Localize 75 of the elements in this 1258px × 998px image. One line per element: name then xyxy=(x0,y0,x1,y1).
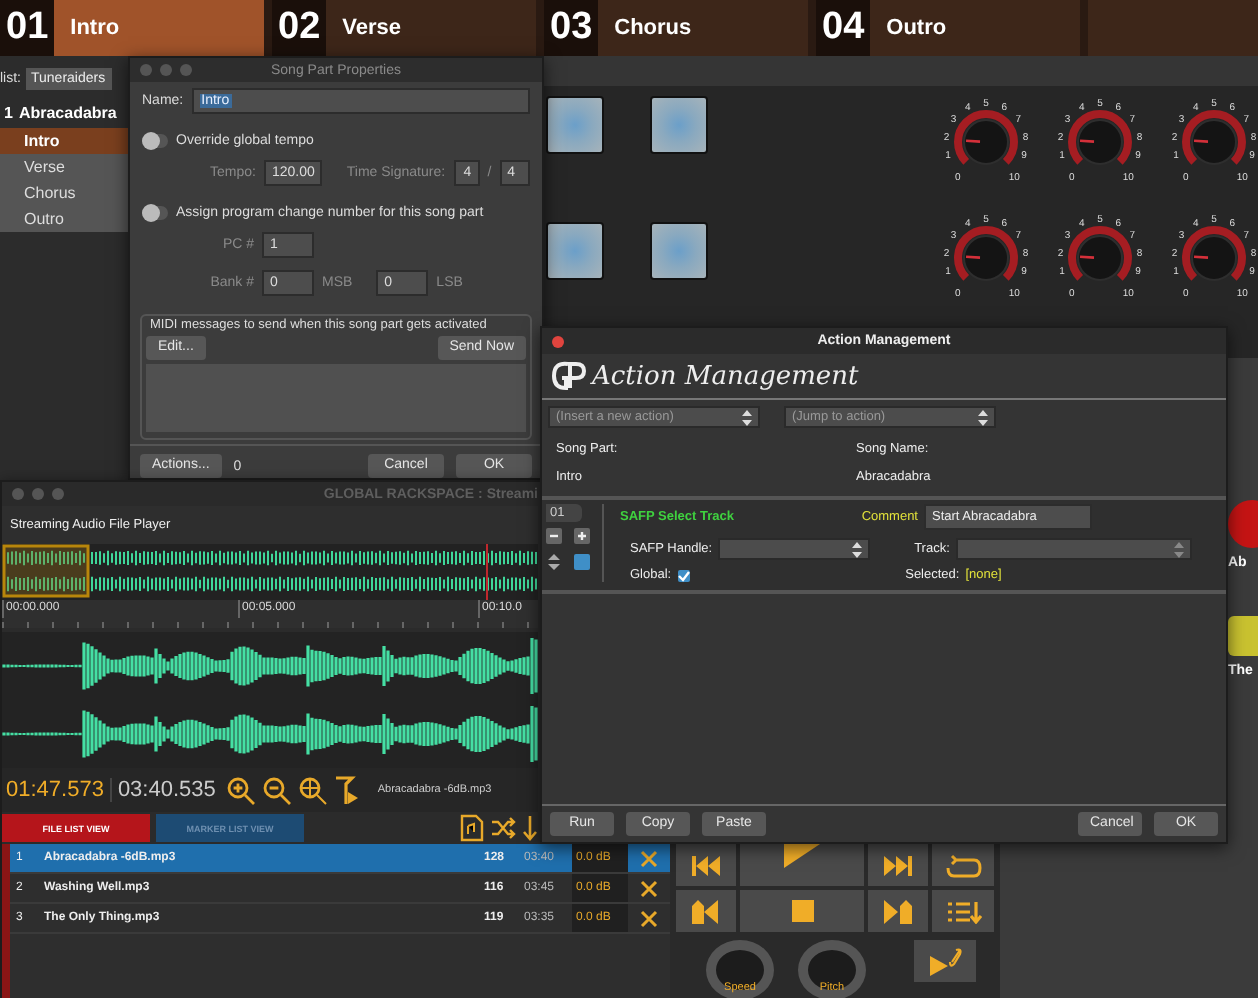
stepper-icon xyxy=(978,409,988,425)
logo-icon xyxy=(550,360,586,392)
pad-button[interactable] xyxy=(650,222,708,280)
knob-icon[interactable] xyxy=(1182,110,1246,165)
song-part-item[interactable]: Chorus xyxy=(0,180,128,206)
remove-icon[interactable] xyxy=(640,879,658,897)
skip-back-icon xyxy=(690,855,722,875)
song-part-number: 03 xyxy=(544,0,599,56)
loop-button[interactable] xyxy=(932,844,994,886)
skip-forward-icon xyxy=(882,855,914,875)
knob-icon[interactable] xyxy=(1068,110,1132,165)
toggle-switch[interactable] xyxy=(142,206,168,220)
logo-text: Action Management xyxy=(592,361,859,391)
pad-button[interactable] xyxy=(546,96,604,154)
song-part-item[interactable]: Verse xyxy=(0,154,128,180)
next-button[interactable] xyxy=(868,844,928,886)
color-button[interactable] xyxy=(1228,616,1258,656)
play-link-icon xyxy=(927,947,963,975)
pad-button[interactable] xyxy=(650,96,708,154)
loop-icon xyxy=(945,853,981,877)
marker-back-icon xyxy=(690,899,722,923)
add-icon[interactable] xyxy=(574,528,590,544)
zoom-in-icon[interactable] xyxy=(225,775,256,805)
remove-icon[interactable] xyxy=(546,528,562,544)
song-part-name: Outro xyxy=(886,16,947,40)
playlist-button[interactable] xyxy=(932,890,994,932)
play-button[interactable] xyxy=(740,844,864,886)
knob-icon[interactable] xyxy=(954,226,1018,281)
stepper-icon xyxy=(1173,541,1184,557)
play-linked-button[interactable] xyxy=(914,940,976,982)
knob-icon[interactable] xyxy=(1068,226,1132,281)
song-part-name: Intro xyxy=(70,16,120,40)
down-arrow-icon[interactable] xyxy=(522,814,538,842)
reorder-icon[interactable] xyxy=(546,554,562,570)
song-part-name: Chorus xyxy=(614,16,692,40)
song-part-item[interactable]: Outro xyxy=(0,206,128,232)
playhead-line xyxy=(486,544,488,600)
stop-button[interactable] xyxy=(740,890,864,932)
zoom-fit-icon[interactable] xyxy=(297,775,328,805)
list-down-icon xyxy=(945,899,981,923)
toggle-switch[interactable] xyxy=(142,134,168,148)
global-checkbox[interactable] xyxy=(677,569,690,581)
marker-icon[interactable] xyxy=(333,775,360,805)
knob-icon[interactable] xyxy=(1182,226,1246,281)
pad-button[interactable] xyxy=(546,222,604,280)
song-part-tile[interactable]: 02 Verse xyxy=(272,0,536,56)
song-part-item[interactable]: Intro xyxy=(0,128,128,154)
knob-icon[interactable] xyxy=(954,110,1018,165)
song-title[interactable]: Abracadabra xyxy=(18,104,117,122)
position-time: 01:47.573 xyxy=(6,778,104,802)
previous-marker-button[interactable] xyxy=(676,890,736,932)
song-part-tile[interactable]: 03 Chorus xyxy=(544,0,808,56)
zoom-out-icon[interactable] xyxy=(261,775,292,805)
stepper-icon xyxy=(742,409,752,425)
file-icon[interactable] xyxy=(460,814,484,842)
shuffle-icon[interactable] xyxy=(490,816,516,840)
song-part-tile[interactable]: 01 Intro xyxy=(0,0,264,56)
stop-icon xyxy=(791,900,813,922)
next-marker-button[interactable] xyxy=(868,890,928,932)
length-time: 03:40.535 xyxy=(109,778,216,802)
close-button[interactable] xyxy=(552,335,564,347)
track-dropdown[interactable] xyxy=(955,538,1192,560)
remove-icon[interactable] xyxy=(640,849,658,867)
song-part-number: 02 xyxy=(272,0,327,56)
marker-forward-icon xyxy=(882,899,914,923)
song-number: 1 xyxy=(4,104,13,122)
selection-box[interactable] xyxy=(2,544,90,598)
stepper-icon xyxy=(852,541,863,557)
song-part-name: Verse xyxy=(342,16,402,40)
previous-button[interactable] xyxy=(676,844,736,886)
remove-icon[interactable] xyxy=(640,909,658,927)
song-part-number: 04 xyxy=(816,0,871,56)
handle-dropdown[interactable] xyxy=(718,538,871,560)
song-part-tile[interactable]: 04 Outro xyxy=(816,0,1080,56)
song-part-number: 01 xyxy=(0,0,55,56)
